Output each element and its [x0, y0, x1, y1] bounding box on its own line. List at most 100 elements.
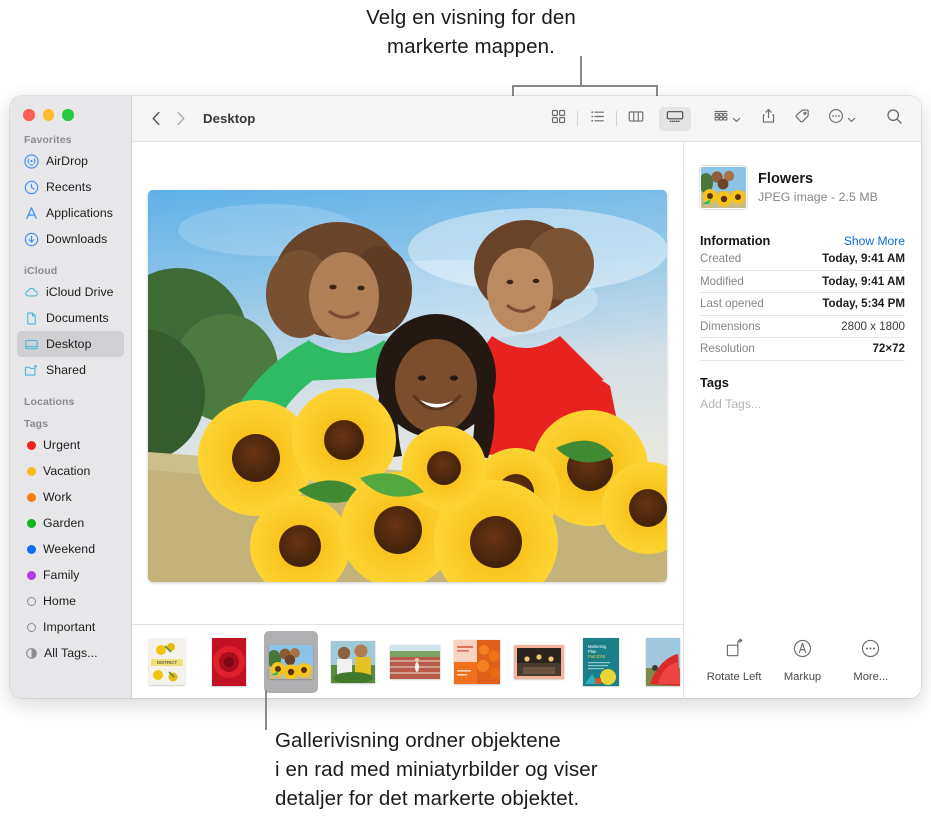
- list-item[interactable]: [636, 631, 683, 693]
- applications-icon: [24, 206, 39, 221]
- download-icon: [24, 232, 39, 247]
- inspector-panel: Flowers JPEG image - 2.5 MB Information …: [684, 142, 921, 698]
- file-meta: Flowers JPEG image - 2.5 MB: [758, 171, 878, 204]
- sidebar-tag-all-tags[interactable]: All Tags...: [17, 640, 124, 666]
- sidebar-item-downloads[interactable]: Downloads: [17, 226, 124, 252]
- callout-top-leader-bar: [512, 85, 658, 87]
- traffic-lights: [10, 100, 131, 122]
- chevron-down-icon: [847, 110, 856, 128]
- group-items-button[interactable]: [709, 106, 745, 132]
- list-view-button[interactable]: [581, 107, 613, 131]
- content-area: DISTRICT: [132, 142, 921, 698]
- svg-text:Fall 2019: Fall 2019: [588, 654, 606, 659]
- sidebar-tag-work[interactable]: Work: [17, 484, 124, 510]
- info-row-created: Created Today, 9:41 AM: [700, 248, 905, 271]
- sidebar-item-recents[interactable]: Recents: [17, 174, 124, 200]
- filmstrip[interactable]: DISTRICT: [132, 624, 683, 698]
- toolbar-actions: [709, 106, 907, 132]
- sidebar-item-label: Shared: [46, 363, 86, 377]
- gallery-view-button[interactable]: [659, 107, 691, 131]
- preview-column: DISTRICT: [132, 142, 684, 698]
- add-tags-input[interactable]: Add Tags...: [700, 397, 905, 411]
- info-row-resolution: Resolution 72×72: [700, 338, 905, 361]
- file-thumbnail: [700, 166, 747, 209]
- markup-icon: [792, 638, 813, 664]
- sidebar-item-label: Urgent: [43, 438, 80, 452]
- information-header: Information Show More: [700, 233, 905, 248]
- sidebar-group-label-locations: Locations: [10, 396, 131, 410]
- tag-dot-icon: [27, 493, 36, 502]
- shared-folder-icon: [24, 363, 39, 378]
- finder-window: Favorites AirDrop: [10, 96, 921, 698]
- sidebar-item-desktop[interactable]: Desktop: [17, 331, 124, 357]
- markup-button[interactable]: Markup: [769, 638, 835, 683]
- back-button[interactable]: [144, 107, 168, 131]
- zoom-button[interactable]: [62, 109, 74, 121]
- sidebar-item-airdrop[interactable]: AirDrop: [17, 148, 124, 174]
- tags-button[interactable]: [790, 106, 814, 132]
- ellipsis-circle-icon: [828, 108, 844, 129]
- sidebar-tag-home[interactable]: Home: [17, 588, 124, 614]
- sidebar-item-label: Home: [43, 594, 76, 608]
- rotate-left-icon: [724, 638, 745, 664]
- sidebar: Favorites AirDrop: [10, 96, 132, 698]
- info-row-last-opened: Last opened Today, 5:34 PM: [700, 293, 905, 316]
- preview-image[interactable]: [148, 190, 667, 582]
- info-value: 2800 x 1800: [841, 320, 905, 333]
- info-value: Today, 9:41 AM: [822, 275, 905, 288]
- tag-dot-icon: [27, 623, 36, 632]
- sidebar-item-applications[interactable]: Applications: [17, 200, 124, 226]
- list-item[interactable]: [326, 631, 380, 693]
- search-button[interactable]: [882, 106, 907, 132]
- sidebar-tag-vacation[interactable]: Vacation: [17, 458, 124, 484]
- callout-bottom-leader-stem: [265, 690, 267, 730]
- sidebar-item-label: Weekend: [43, 542, 95, 556]
- info-key: Resolution: [700, 342, 755, 355]
- icon-view-button[interactable]: [542, 107, 574, 131]
- sidebar-item-label: Documents: [46, 311, 109, 325]
- column-view-button[interactable]: [620, 107, 652, 131]
- list-item[interactable]: Marketing Plan Fall 2019: [574, 631, 628, 693]
- list-item[interactable]: [512, 631, 566, 693]
- forward-button[interactable]: [168, 107, 192, 131]
- more-button[interactable]: More...: [838, 638, 904, 683]
- sidebar-item-documents[interactable]: Documents: [17, 305, 124, 331]
- group-by-icon: [713, 109, 729, 129]
- preview-stage: [132, 142, 683, 624]
- list-item[interactable]: [264, 631, 318, 693]
- inspector-actions: Rotate Left Markup: [700, 638, 905, 698]
- sidebar-tag-urgent[interactable]: Urgent: [17, 432, 124, 458]
- sidebar-tag-important[interactable]: Important: [17, 614, 124, 640]
- list-item[interactable]: [450, 631, 504, 693]
- list-item[interactable]: [202, 631, 256, 693]
- toolbar: Desktop: [132, 96, 921, 142]
- svg-text:DISTRICT: DISTRICT: [157, 660, 178, 665]
- sidebar-tag-weekend[interactable]: Weekend: [17, 536, 124, 562]
- list-item[interactable]: [388, 631, 442, 693]
- close-button[interactable]: [23, 109, 35, 121]
- show-more-link[interactable]: Show More: [844, 234, 905, 248]
- cloud-icon: [24, 285, 39, 300]
- info-value: 72×72: [872, 342, 905, 355]
- sidebar-group-label-icloud: iCloud: [10, 265, 131, 279]
- inspector-header: Flowers JPEG image - 2.5 MB: [700, 142, 905, 209]
- sidebar-item-shared[interactable]: Shared: [17, 357, 124, 383]
- tag-dot-icon: [27, 597, 36, 606]
- sidebar-item-label: Applications: [46, 206, 113, 220]
- sidebar-item-label: Garden: [43, 516, 84, 530]
- tag-dot-icon: [27, 467, 36, 476]
- action-label: Rotate Left: [707, 671, 762, 683]
- sidebar-item-icloud-drive[interactable]: iCloud Drive: [17, 279, 124, 305]
- callout-bottom-text: Gallerivisning ordner objektene i en rad…: [275, 726, 745, 813]
- tag-dot-icon: [27, 519, 36, 528]
- sidebar-tag-garden[interactable]: Garden: [17, 510, 124, 536]
- share-button[interactable]: [757, 106, 780, 132]
- sidebar-tag-family[interactable]: Family: [17, 562, 124, 588]
- list-item[interactable]: DISTRICT: [140, 631, 194, 693]
- column-view-icon: [628, 109, 644, 129]
- more-actions-button[interactable]: [824, 106, 860, 132]
- information-title: Information: [700, 233, 770, 248]
- rotate-left-button[interactable]: Rotate Left: [701, 638, 767, 683]
- minimize-button[interactable]: [43, 109, 55, 121]
- toolbar-divider: [616, 111, 617, 126]
